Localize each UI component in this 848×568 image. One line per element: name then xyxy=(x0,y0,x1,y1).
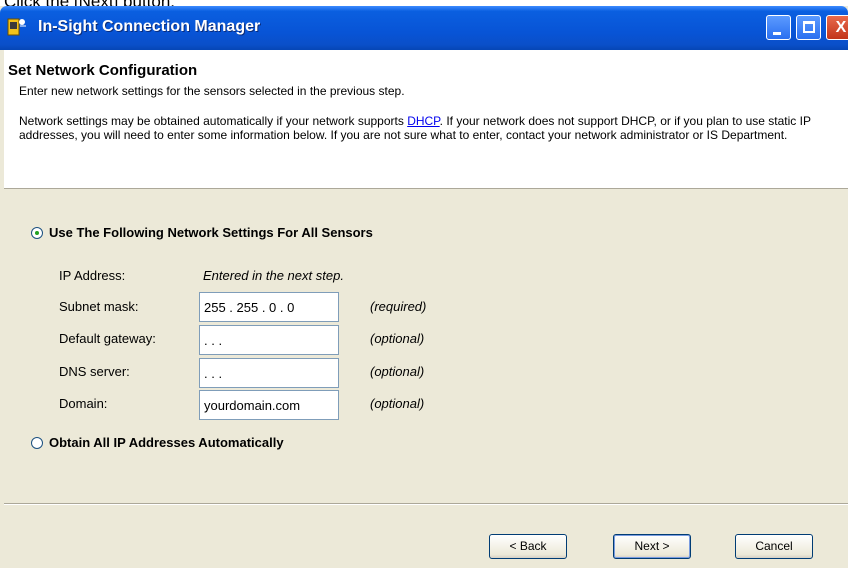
close-button[interactable]: X xyxy=(826,15,848,40)
close-icon: X xyxy=(835,19,847,36)
connection-manager-window: In-Sight Connection Manager X Set Networ… xyxy=(0,6,848,568)
ip-address-label: IP Address: xyxy=(59,268,126,283)
domain-field[interactable]: yourdomain.com xyxy=(199,390,339,420)
back-button[interactable]: < Back xyxy=(489,534,567,559)
description-text-start: Network settings may be obtained automat… xyxy=(19,114,408,128)
default-gateway-field[interactable]: . . . xyxy=(199,325,339,355)
ip-address-value: Entered in the next step. xyxy=(203,268,344,283)
cancel-button[interactable]: Cancel xyxy=(735,534,813,559)
window-title: In-Sight Connection Manager xyxy=(38,18,261,35)
page-description: Network settings may be obtained automat… xyxy=(19,114,829,142)
subnet-required-note: (required) xyxy=(370,299,427,314)
dhcp-link[interactable]: DHCP xyxy=(407,114,439,128)
obtain-automatically-label[interactable]: Obtain All IP Addresses Automatically xyxy=(49,435,284,450)
footer-separator xyxy=(4,503,848,505)
next-button[interactable]: Next > xyxy=(613,534,691,559)
maximize-button[interactable] xyxy=(796,15,821,40)
domain-label: Domain: xyxy=(59,396,108,411)
minimize-button[interactable] xyxy=(766,15,791,40)
subnet-mask-field[interactable]: 255 . 255 . 0 . 0 xyxy=(199,292,339,322)
page-subtitle: Enter new network settings for the senso… xyxy=(19,84,405,98)
obtain-automatically-radio[interactable] xyxy=(31,437,43,449)
radio-selected-dot xyxy=(35,231,39,235)
app-icon xyxy=(7,18,26,36)
dns-server-field[interactable]: . . . xyxy=(199,358,339,388)
domain-optional-note: (optional) xyxy=(370,396,425,411)
use-following-radio[interactable] xyxy=(31,227,43,239)
dns-server-label: DNS server: xyxy=(59,364,130,379)
default-gateway-label: Default gateway: xyxy=(59,331,156,346)
minimize-icon xyxy=(773,32,781,35)
gateway-optional-note: (optional) xyxy=(370,331,425,346)
wizard-header: Set Network Configuration Enter new netw… xyxy=(4,50,848,189)
dns-optional-note: (optional) xyxy=(370,364,425,379)
title-bar[interactable]: In-Sight Connection Manager X xyxy=(0,6,848,50)
use-following-label[interactable]: Use The Following Network Settings For A… xyxy=(49,225,373,240)
subnet-mask-label: Subnet mask: xyxy=(59,299,139,314)
page-title: Set Network Configuration xyxy=(8,62,198,79)
maximize-icon xyxy=(803,21,815,33)
